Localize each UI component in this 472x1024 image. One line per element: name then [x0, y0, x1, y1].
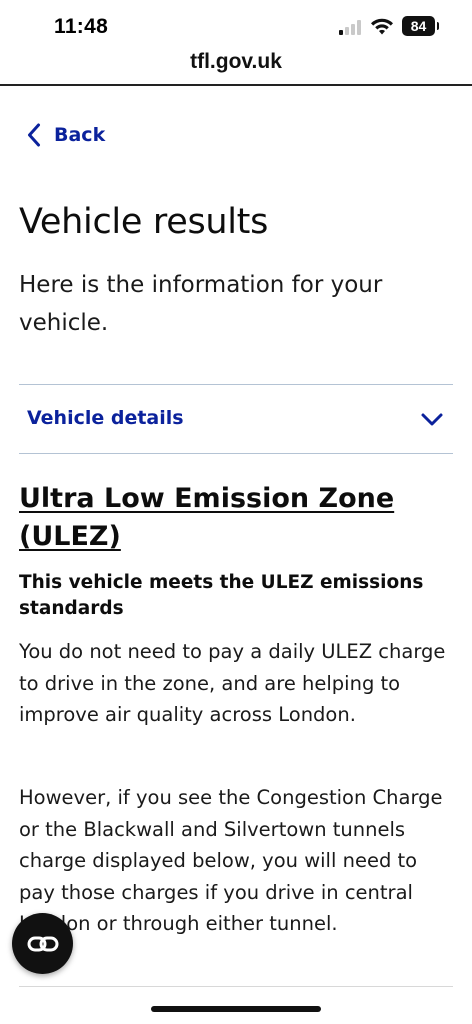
floating-link-button[interactable]	[12, 913, 73, 974]
page-title: Vehicle results	[19, 202, 269, 242]
back-label[interactable]: Back	[54, 124, 105, 146]
link-icon	[27, 936, 58, 951]
url-text[interactable]: tfl.gov.uk	[0, 50, 472, 74]
status-bar: 11:48 84	[0, 0, 472, 50]
ulez-heading-link[interactable]: Ultra Low Emission Zone (ULEZ)	[19, 480, 439, 556]
battery-indicator: 84	[402, 16, 439, 36]
intro-text: Here is the information for your vehicle…	[19, 272, 383, 336]
home-indicator	[151, 1006, 321, 1012]
congestion-paragraph: However, if you see the Congestion Charg…	[19, 786, 443, 935]
back-link[interactable]: Back	[26, 120, 105, 150]
chevron-down-icon[interactable]	[420, 412, 444, 428]
ulez-paragraph: You do not need to pay a daily ULEZ char…	[19, 640, 446, 726]
status-time: 11:48	[54, 15, 109, 38]
vehicle-details-label[interactable]: Vehicle details	[27, 407, 184, 429]
ulez-status-text: This vehicle meets the ULEZ emissions st…	[19, 572, 424, 619]
wifi-icon	[371, 18, 393, 35]
cellular-signal-icon	[339, 20, 361, 35]
address-bar[interactable]: tfl.gov.uk	[0, 50, 472, 86]
divider	[19, 986, 453, 987]
vehicle-details-accordion[interactable]: Vehicle details	[19, 384, 453, 454]
chevron-left-icon	[28, 123, 40, 147]
